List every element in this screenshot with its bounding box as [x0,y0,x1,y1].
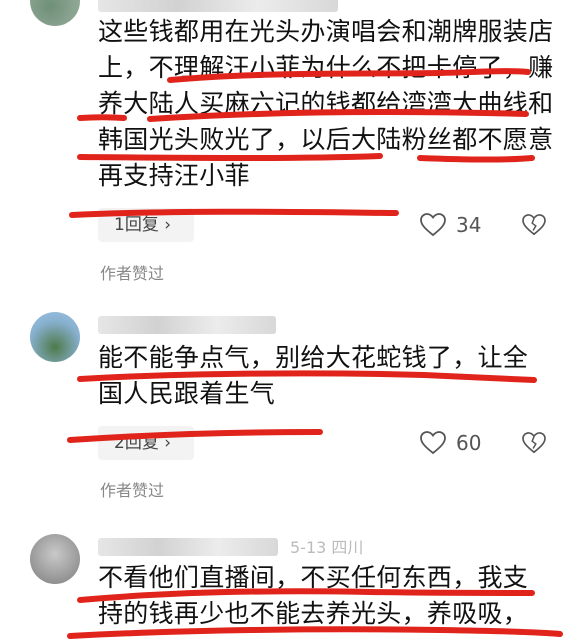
comment-text: 能不能争点气，别给大花蛇钱了，让全国人民跟着生气 [98,343,529,408]
username-blurred [98,538,278,556]
avatar[interactable] [30,534,80,584]
author-liked-label: 作者赞过 [100,481,165,500]
like-count: 60 [456,431,482,455]
avatar[interactable] [30,312,80,362]
like-button[interactable]: 34 [420,208,481,242]
comment-text: 这些钱都用在光头办演唱会和潮牌服装店上，不理解汪小菲为什么不把卡停了，赚养大陆人… [98,17,554,190]
author-liked-label: 作者赞过 [100,264,165,283]
reply-button[interactable]: 1回复 › [98,208,194,242]
heart-icon [420,213,446,237]
comment-1: 这些钱都用在光头办演唱会和潮牌服装店上，不理解汪小菲为什么不把卡停了，赚养大陆人… [0,0,581,300]
comment-text: 不看他们直播间，不买任何东西，我支持的钱再少也不能去养光头，养吸吸， [98,563,529,628]
comment-meta-date: 5-13 四川 [290,538,364,557]
like-count: 34 [456,213,482,237]
comment-3: 5-13 四川 不看他们直播间，不买任何东西，我支持的钱再少也不能去养光头，养吸… [0,510,581,640]
broken-heart-icon[interactable] [522,214,546,236]
reply-button[interactable]: 2回复 › [98,426,194,460]
broken-heart-icon[interactable] [522,432,546,454]
username-blurred [98,316,276,334]
username-blurred [98,0,338,12]
heart-icon [420,431,446,455]
comment-2: 能不能争点气，别给大花蛇钱了，让全国人民跟着生气 2回复 › 60 作者赞过 [0,300,581,510]
avatar[interactable] [30,0,80,26]
like-button[interactable]: 60 [420,426,481,460]
